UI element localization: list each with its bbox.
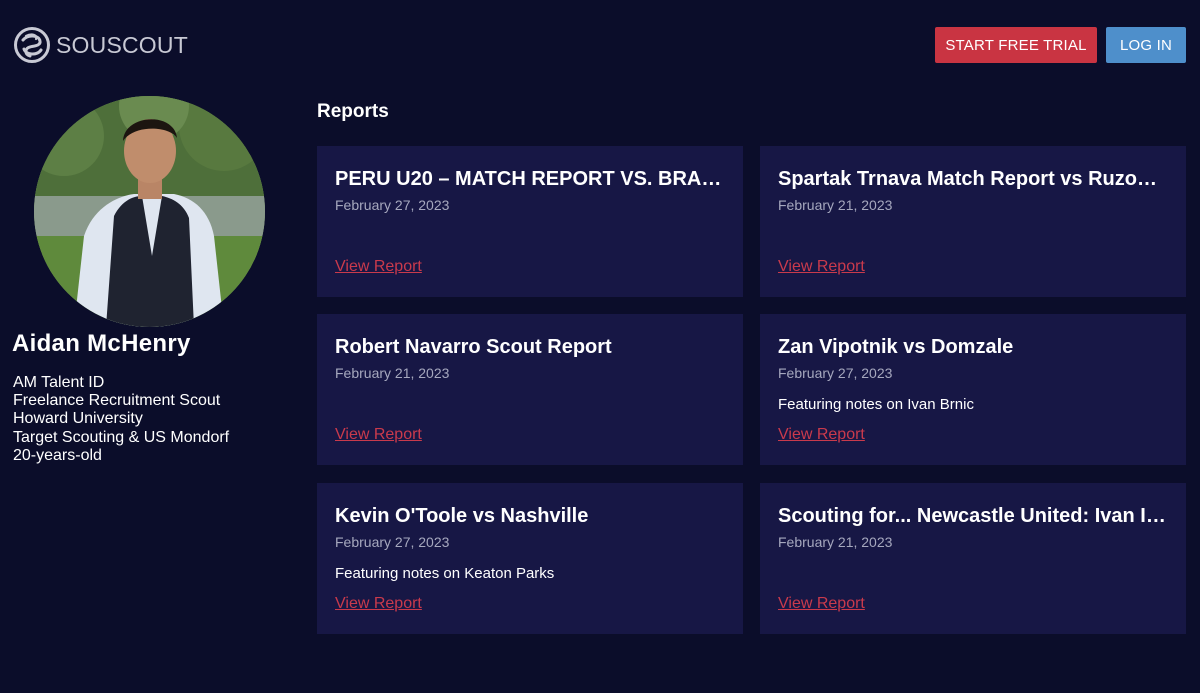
report-note: Featuring notes on Ivan Brnic [778,396,974,413]
profile-name: Aidan McHenry [12,330,191,357]
profile-detail-line: Howard University [13,410,143,428]
report-title[interactable]: Robert Navarro Scout Report [335,336,725,359]
view-report-link[interactable]: View Report [335,426,422,444]
report-title[interactable]: Scouting for... Newcastle United: Ivan I… [778,505,1168,528]
avatar [34,96,265,327]
profile-detail-line: Freelance Recruitment Scout [13,392,221,410]
report-title[interactable]: Zan Vipotnik vs Domzale [778,336,1168,359]
report-card[interactable]: Zan Vipotnik vs Domzale February 27, 202… [760,314,1186,465]
view-report-link[interactable]: View Report [778,426,865,444]
report-card[interactable]: PERU U20 – MATCH REPORT VS. BRAZIL Febru… [317,146,743,297]
start-free-trial-button[interactable]: START FREE TRIAL [935,27,1097,63]
reports-heading: Reports [317,101,389,122]
profile-detail-line: 20-years-old [13,446,102,464]
profile-detail-line: Target Scouting & US Mondorf [13,428,230,446]
view-report-link[interactable]: View Report [778,258,865,276]
souscout-logo[interactable]: SOUSCOUT [14,26,188,64]
report-date: February 21, 2023 [778,534,893,550]
logo-wordmark: SOUSCOUT [56,31,188,58]
report-card[interactable]: Kevin O'Toole vs Nashville February 27, … [317,483,743,634]
log-in-button[interactable]: LOG IN [1106,27,1186,63]
report-note: Featuring notes on Keaton Parks [335,565,555,582]
profile-detail-line: AM Talent ID [13,374,105,391]
profile-details: AM Talent ID Freelance Recruitment Scout… [13,374,229,465]
report-date: February 27, 2023 [778,365,893,381]
view-report-link[interactable]: View Report [335,258,422,276]
view-report-link[interactable]: View Report [778,595,865,613]
report-card[interactable]: Scouting for... Newcastle United: Ivan I… [760,483,1186,634]
report-date: February 21, 2023 [778,197,893,213]
report-date: February 27, 2023 [335,534,450,550]
view-report-link[interactable]: View Report [335,595,422,613]
profile-photo-icon [34,96,265,327]
report-card[interactable]: Spartak Trnava Match Report vs Ruzombero… [760,146,1186,297]
report-title[interactable]: Kevin O'Toole vs Nashville [335,505,725,528]
souscout-logo-icon [14,27,50,63]
report-title[interactable]: PERU U20 – MATCH REPORT VS. BRAZIL [335,168,725,191]
report-date: February 27, 2023 [335,197,450,213]
report-date: February 21, 2023 [335,365,450,381]
report-title[interactable]: Spartak Trnava Match Report vs Ruzombero… [778,168,1168,191]
report-card[interactable]: Robert Navarro Scout Report February 21,… [317,314,743,465]
